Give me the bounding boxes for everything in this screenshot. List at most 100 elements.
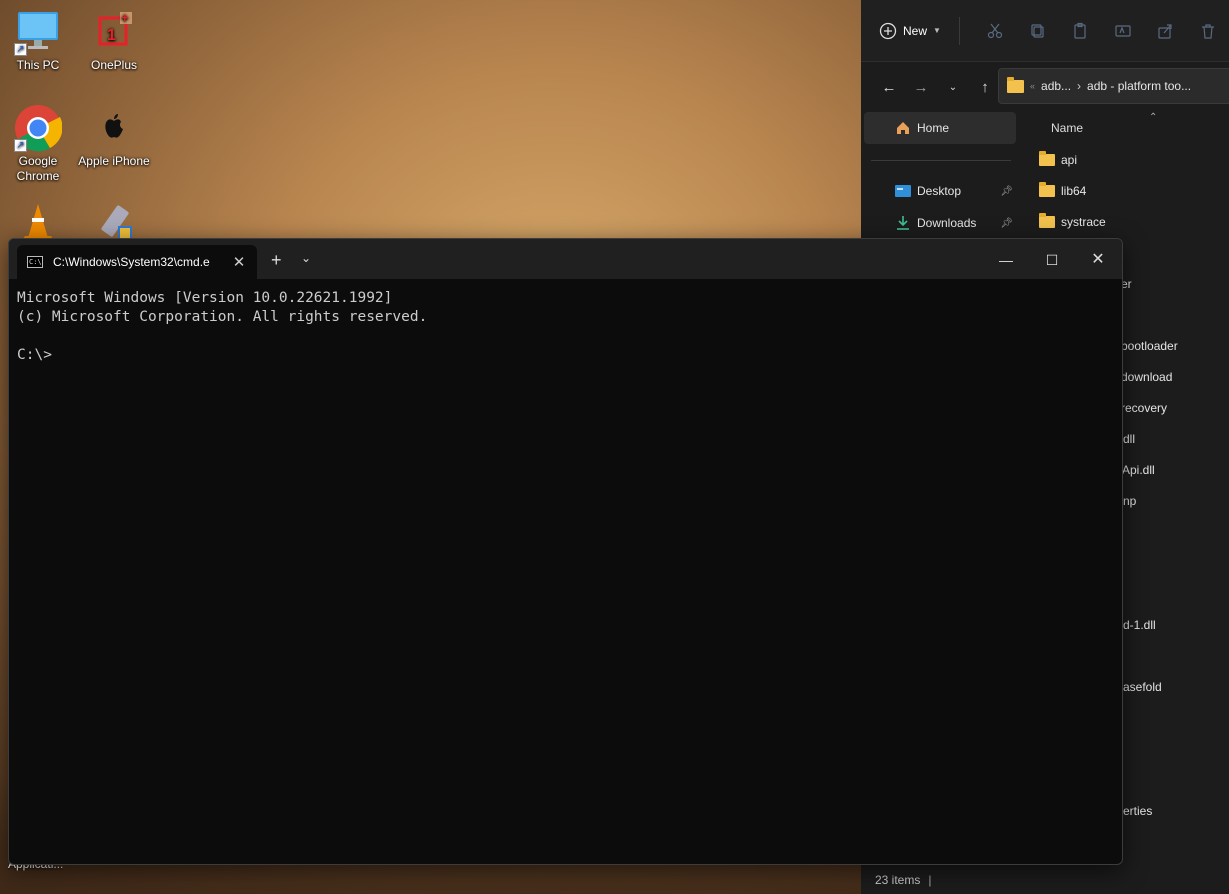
terminal-line: (c) Microsoft Corporation. All rights re… [17, 309, 428, 325]
desktop-icon-chrome[interactable]: ↗ Google Chrome [0, 104, 76, 184]
breadcrumb-item[interactable]: adb... [1041, 79, 1071, 93]
apple-icon [90, 104, 138, 152]
copy-icon [1031, 23, 1044, 38]
desktop-folder-icon [895, 185, 911, 197]
arrow-right-icon: → [913, 78, 929, 96]
file-name-partial[interactable]: asefold [1123, 680, 1162, 694]
sidebar-item-desktop[interactable]: Desktop 📌︎ [861, 175, 1021, 207]
minimize-button[interactable]: — [983, 247, 1029, 273]
file-name-partial[interactable]: d-1.dll [1123, 618, 1156, 632]
file-name-partial[interactable]: dll [1123, 432, 1135, 446]
sidebar-item-label: Desktop [917, 184, 962, 198]
chrome-icon: ↗ [14, 104, 62, 152]
sidebar-item-home[interactable]: Home [864, 112, 1016, 144]
folder-icon [1007, 76, 1024, 93]
file-name-partial[interactable]: recovery [1121, 401, 1167, 415]
folder-icon [1039, 212, 1055, 228]
scissors-icon [987, 23, 1003, 38]
address-bar[interactable]: « adb... › adb - platform too... [998, 68, 1229, 104]
back-button[interactable]: ← [873, 79, 905, 96]
terminal-line: Microsoft Windows [Version 10.0.22621.19… [17, 290, 393, 306]
close-button[interactable]: ✕ [1075, 247, 1121, 273]
tab-dropdown-button[interactable]: ⌄ [301, 251, 311, 265]
maximize-button[interactable]: ☐ [1029, 247, 1075, 273]
file-name: lib64 [1061, 183, 1087, 198]
svg-text:+: + [121, 10, 129, 25]
pin-icon[interactable]: 📌︎ [1000, 218, 1013, 229]
list-item[interactable]: lib64 [1037, 175, 1229, 206]
desktop-icon-this-pc[interactable]: ↗ This PC [0, 8, 76, 73]
arrow-up-icon: ↑ [981, 78, 989, 96]
file-name-partial[interactable]: Api.dll [1122, 463, 1155, 477]
folder-icon [1039, 181, 1055, 197]
share-button[interactable] [1144, 22, 1187, 40]
arrow-left-icon: ← [881, 78, 897, 96]
sidebar-item-downloads[interactable]: Downloads 📌︎ [861, 207, 1021, 239]
svg-text:1: 1 [107, 27, 116, 44]
shortcut-arrow-icon: ↗ [14, 43, 27, 56]
sidebar-item-label: Downloads [917, 216, 977, 230]
copy-button[interactable] [1016, 22, 1059, 40]
terminal-prompt[interactable]: C:\> [17, 346, 1122, 365]
file-name: api [1061, 152, 1078, 167]
list-item[interactable]: systrace [1037, 206, 1229, 237]
list-item[interactable]: api [1037, 144, 1229, 175]
desktop-icon-label: OnePlus [90, 58, 138, 72]
downloads-icon [897, 216, 909, 230]
up-button[interactable]: ↑ [969, 79, 1001, 96]
file-name-partial[interactable]: bootloader [1121, 339, 1178, 353]
cut-button[interactable] [974, 22, 1017, 40]
plus-circle-icon [879, 22, 897, 39]
column-header-label: Name [1051, 121, 1084, 135]
new-button[interactable]: New ▼ [879, 22, 941, 40]
column-header-name[interactable]: Name [1037, 112, 1229, 144]
overflow-chevron-icon: « [1030, 81, 1036, 91]
file-name-partial[interactable]: np [1123, 494, 1136, 508]
desktop-icon-apple-iphone[interactable]: Apple iPhone [76, 104, 152, 169]
desktop-icon-label: This PC [16, 58, 60, 72]
breadcrumb-separator-icon: › [1077, 79, 1082, 93]
rename-icon [1115, 24, 1131, 37]
terminal-tab[interactable]: C:\ C:\Windows\System32\cmd.e ✕ [17, 245, 257, 279]
file-name-partial[interactable]: erties [1123, 804, 1152, 818]
terminal-window[interactable]: C:\ C:\Windows\System32\cmd.e ✕ + ⌄ — ☐ … [8, 238, 1123, 865]
clipboard-icon [1074, 22, 1086, 39]
this-pc-icon: ↗ [14, 8, 62, 56]
delete-button[interactable] [1186, 22, 1229, 40]
trash-icon [1201, 23, 1214, 39]
file-name-partial[interactable]: download [1121, 370, 1172, 384]
status-bar: 23 items | [875, 866, 931, 894]
chevron-down-icon: ▼ [933, 26, 941, 35]
explorer-toolbar: New ▼ [861, 0, 1229, 62]
terminal-titlebar[interactable]: C:\ C:\Windows\System32\cmd.e ✕ + ⌄ — ☐ … [9, 239, 1122, 279]
pin-icon[interactable]: 📌︎ [1000, 186, 1013, 197]
oneplus-icon: 1 + [90, 8, 138, 56]
rename-button[interactable] [1101, 22, 1144, 40]
sidebar-divider [871, 160, 1011, 161]
desktop-icon-label: Google Chrome [16, 154, 60, 183]
share-icon [1158, 23, 1172, 39]
forward-button[interactable]: → [905, 79, 937, 96]
file-name: systrace [1061, 214, 1106, 229]
paste-button[interactable] [1059, 22, 1102, 40]
tab-title: C:\Windows\System32\cmd.e [53, 255, 210, 269]
close-tab-button[interactable]: ✕ [231, 253, 247, 271]
item-count: 23 items [875, 873, 921, 887]
desktop-icon-oneplus[interactable]: 1 + OnePlus [76, 8, 152, 73]
sort-ascending-icon: ⌃ [1149, 112, 1158, 123]
recent-locations-button[interactable]: ⌄ [937, 82, 969, 93]
toolbar-divider [958, 16, 960, 45]
chevron-down-icon: ⌄ [948, 81, 958, 93]
status-divider: | [928, 873, 932, 887]
command-prompt-icon: C:\ [27, 256, 43, 268]
new-button-label: New [903, 23, 928, 38]
terminal-output[interactable]: Microsoft Windows [Version 10.0.22621.19… [9, 279, 1122, 365]
folder-icon [1039, 150, 1055, 166]
sidebar-item-label: Home [917, 121, 950, 135]
home-icon [897, 122, 909, 134]
shortcut-arrow-icon: ↗ [14, 139, 27, 152]
breadcrumb-item[interactable]: adb - platform too... [1087, 79, 1191, 93]
desktop-icon-label: Apple iPhone [78, 154, 150, 168]
new-tab-button[interactable]: + [271, 251, 282, 269]
